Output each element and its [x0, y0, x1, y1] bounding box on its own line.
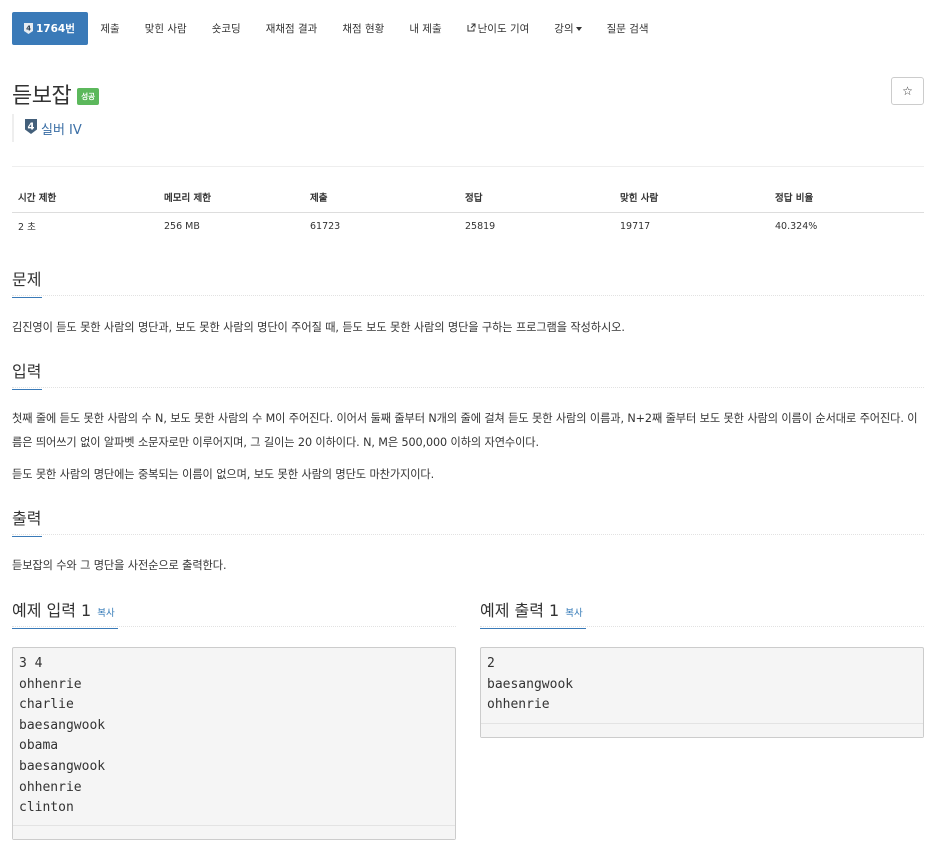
heading-underline — [12, 628, 118, 629]
favorite-star-button[interactable]: ☆ — [891, 77, 924, 105]
star-icon: ☆ — [902, 84, 913, 98]
nav-question-search[interactable]: 질문 검색 — [594, 12, 661, 45]
sample-input-line: ohhenrie — [19, 676, 82, 692]
problem-info-table: 시간 제한 메모리 제한 제출 정답 맞힌 사람 정답 비율 2 초 256 M… — [12, 182, 924, 240]
copy-sample-input-link[interactable]: 복사 — [97, 608, 114, 619]
table-header-row: 시간 제한 메모리 제한 제출 정답 맞힌 사람 정답 비율 — [12, 182, 924, 213]
nav-solved-users[interactable]: 맞힌 사람 — [132, 12, 199, 45]
section-divider — [12, 534, 924, 535]
output-heading: 출력 — [12, 505, 42, 537]
status-badge: 성공 — [77, 88, 100, 105]
nav-short-coding[interactable]: 숏코딩 — [199, 12, 253, 45]
solved-users-value: 19717 — [620, 220, 651, 232]
sample-input-line: baesangwook — [19, 758, 106, 774]
external-link-icon — [467, 23, 476, 35]
sample-input-box[interactable]: 3 4 ohhenrie charlie baesangwook obama b… — [12, 647, 456, 840]
heading-underline — [12, 536, 42, 537]
sample-output-heading: 예제 출력 1 복사 — [480, 597, 586, 629]
silver-tier-icon: 4 — [23, 23, 33, 34]
header-time-limit: 시간 제한 — [12, 182, 158, 213]
input-heading: 입력 — [12, 358, 42, 390]
accept-ratio-value: 40.324% — [775, 220, 818, 232]
sample-output-box[interactable]: 2 baesangwook ohhenrie — [480, 647, 924, 738]
problem-nav: 4 1764번 제출 맞힌 사람 숏코딩 재채점 결과 채점 현황 내 제출 난… — [12, 12, 661, 45]
tier-text[interactable]: 실버 IV — [41, 119, 82, 138]
divider — [12, 166, 924, 167]
copy-sample-output-link[interactable]: 복사 — [565, 608, 582, 619]
section-divider — [12, 295, 924, 296]
memory-limit-value: 256 MB — [164, 220, 200, 232]
sample-output-line: 2 — [487, 656, 495, 671]
heading-underline — [12, 297, 42, 298]
sample-output-line: ohhenrie — [487, 697, 550, 713]
submissions-value: 61723 — [310, 220, 341, 232]
nav-submit[interactable]: 제출 — [88, 12, 132, 45]
header-solved-users: 맞힌 사람 — [614, 182, 769, 213]
input-text-1: 첫째 줄에 듣도 못한 사람의 수 N, 보도 못한 사람의 수 M이 주어진다… — [12, 412, 918, 449]
nav-my-submissions[interactable]: 내 제출 — [397, 12, 454, 45]
sample-input-line: obama — [19, 738, 59, 754]
table-row: 2 초 256 MB 61723 25819 19717 40.324% — [12, 212, 924, 240]
heading-underline — [480, 628, 586, 629]
tier-label: 4 실버 IV — [12, 114, 82, 142]
header-accept-ratio: 정답 비율 — [769, 182, 924, 213]
input-text-2: 듣도 못한 사람의 명단에는 중복되는 이름이 없으며, 보도 못한 사람의 명… — [12, 468, 435, 481]
sample-input-line: clinton — [19, 800, 74, 816]
sample-output-line: baesangwook — [487, 676, 574, 692]
nav-lectures-dropdown[interactable]: 강의 — [542, 12, 594, 45]
nav-problem-number[interactable]: 4 1764번 — [12, 12, 88, 45]
accepted-value: 25819 — [465, 220, 496, 232]
header-submissions: 제출 — [304, 182, 459, 213]
sample-input-line: ohhenrie — [19, 779, 82, 795]
description-heading: 문제 — [12, 266, 42, 298]
svg-text:4: 4 — [28, 122, 35, 133]
silver-tier-icon: 4 — [25, 119, 37, 137]
time-limit-value: 2 초 — [18, 222, 36, 234]
section-divider — [12, 387, 924, 388]
box-footer — [13, 825, 455, 839]
caret-down-icon — [575, 26, 582, 31]
sample-input-line: baesangwook — [19, 717, 106, 733]
title-row: 듣보잡 성공 — [12, 78, 100, 110]
section-divider — [480, 626, 924, 627]
header-accepted: 정답 — [459, 182, 614, 213]
sample-input-line: 3 4 — [19, 656, 43, 671]
nav-difficulty-contribution[interactable]: 난이도 기여 — [454, 12, 542, 45]
nav-rejudge-results[interactable]: 재채점 결과 — [253, 12, 330, 45]
problem-title: 듣보잡 — [12, 84, 72, 109]
description-text: 김진영이 듣도 못한 사람의 명단과, 보도 못한 사람의 명단이 주어질 때,… — [12, 321, 625, 334]
heading-underline — [12, 389, 42, 390]
nav-judge-status[interactable]: 채점 현황 — [330, 12, 397, 45]
output-text: 듣보잡의 수와 그 명단을 사전순으로 출력한다. — [12, 559, 227, 572]
box-footer — [481, 723, 923, 737]
section-divider — [12, 626, 456, 627]
header-memory-limit: 메모리 제한 — [158, 182, 304, 213]
sample-input-heading: 예제 입력 1 복사 — [12, 597, 118, 629]
svg-text:4: 4 — [26, 25, 31, 33]
sample-input-line: charlie — [19, 697, 74, 713]
